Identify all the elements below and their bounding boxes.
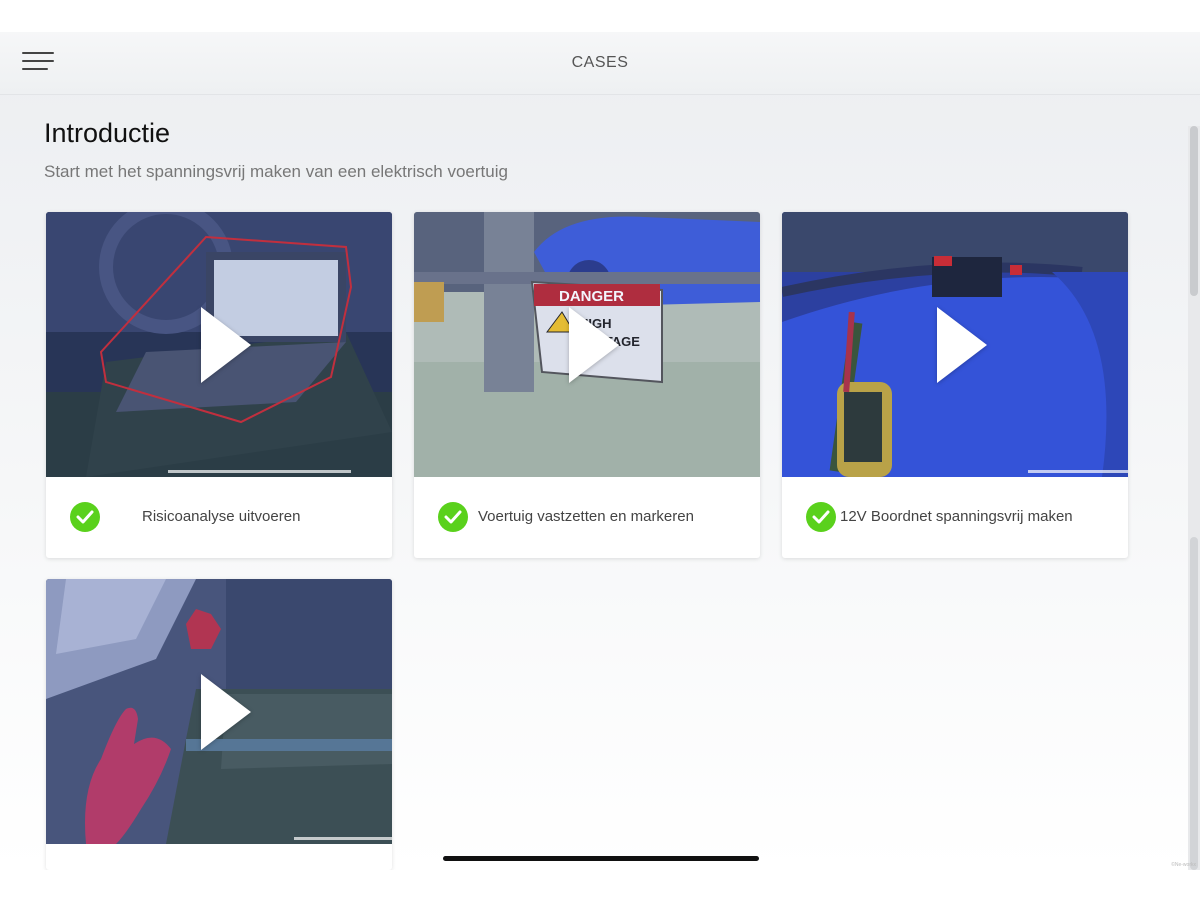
video-thumbnail[interactable]: [782, 212, 1128, 477]
case-card-risicoanalyse[interactable]: Risicoanalyse uitvoeren: [46, 212, 392, 558]
video-progress-bar: [1028, 470, 1128, 473]
video-progress-bar: [168, 470, 351, 473]
play-icon[interactable]: [937, 306, 987, 383]
video-thumbnail[interactable]: [46, 212, 392, 477]
completed-check-icon: [70, 502, 100, 532]
app-screen: CASES Introductie Start met het spanning…: [0, 32, 1200, 870]
scrollbar-thumb[interactable]: [1190, 126, 1198, 296]
video-thumbnail[interactable]: [46, 579, 392, 844]
scrollbar-thumb-lower[interactable]: [1190, 537, 1198, 870]
play-icon[interactable]: [569, 306, 619, 383]
section-subtitle: Start met het spanningsvrij maken van ee…: [44, 162, 508, 181]
case-card-12v-boordnet[interactable]: 12V Boordnet spanningsvrij maken: [782, 212, 1128, 558]
section-title: Introductie: [44, 118, 171, 148]
page-title: CASES: [571, 54, 629, 71]
home-indicator[interactable]: [443, 856, 759, 861]
play-icon[interactable]: [201, 306, 251, 383]
card-footer: Risicoanalyse uitvoeren: [46, 477, 392, 558]
card-footer: 12V Boordnet spanningsvrij maken: [782, 477, 1128, 558]
card-label: 12V Boordnet spanningsvrij maken: [840, 508, 1073, 525]
case-card-4[interactable]: [46, 579, 392, 870]
case-card-voertuig-vastzetten[interactable]: DANGER HIGH VOLTAGE Voertuig vastzetten …: [414, 212, 760, 558]
completed-check-icon: [438, 502, 468, 532]
card-footer: [46, 844, 392, 870]
completed-check-icon: [806, 502, 836, 532]
video-progress-bar: [294, 837, 392, 840]
play-icon[interactable]: [201, 673, 251, 750]
card-label: Voertuig vastzetten en markeren: [478, 508, 694, 525]
card-footer: Voertuig vastzetten en markeren: [414, 477, 760, 558]
video-thumbnail[interactable]: DANGER HIGH VOLTAGE: [414, 212, 760, 477]
card-label: Risicoanalyse uitvoeren: [142, 508, 301, 525]
copyright-text: ©Ne-workx: [1171, 862, 1196, 868]
top-bar: CASES: [0, 32, 1200, 95]
